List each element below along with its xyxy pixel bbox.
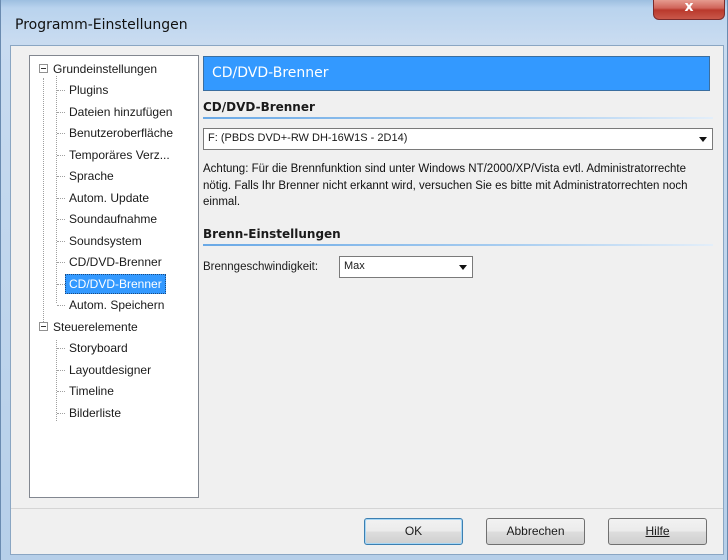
tree-item-soundsystem[interactable]: Soundsystem (30, 231, 198, 251)
section-divider (203, 244, 713, 246)
help-button-label: Hilfe (645, 524, 670, 538)
help-button[interactable]: Hilfe (608, 518, 707, 545)
section-title-brenner: CD/DVD-Brenner (203, 100, 315, 114)
tree-item-temporaeres-verz[interactable]: Temporäres Verz... (30, 145, 198, 165)
section-title-brenn-einstellungen: Brenn-Einstellungen (203, 227, 341, 241)
drive-select-value: F: (PBDS DVD+-RW DH-16W1S - 2D14) (208, 132, 408, 144)
chevron-down-icon (699, 137, 707, 142)
tree-item-cd-dvd-brenner[interactable]: CD/DVD-Brenner (30, 252, 198, 272)
tree-item-label: Layoutdesigner (69, 363, 152, 377)
settings-tree[interactable]: Grundeinstellungen Plugins Dateien hinzu… (29, 55, 199, 498)
tree-connector (57, 112, 65, 113)
admin-note: Achtung: Für die Brennfunktion sind unte… (203, 163, 688, 208)
drive-select[interactable]: F: (PBDS DVD+-RW DH-16W1S - 2D14) (203, 128, 713, 150)
tree-connector (57, 155, 65, 156)
window-title: Programm-Einstellungen (15, 17, 188, 33)
ok-button[interactable]: OK (364, 518, 463, 545)
tree-connector (57, 90, 65, 91)
tree-item-label: Autom. Speichern (69, 298, 165, 312)
collapse-icon[interactable] (39, 322, 48, 331)
collapse-icon[interactable] (39, 64, 48, 73)
tree-connector (57, 284, 65, 285)
tree-connector (57, 391, 65, 392)
tree-group-steuerelemente[interactable]: Steuerelemente (30, 317, 198, 337)
tree-item-autom-update[interactable]: Autom. Update (30, 188, 198, 208)
tree-connector (57, 198, 65, 199)
page-header: CD/DVD-Brenner (203, 56, 710, 91)
dialog-client: Grundeinstellungen Plugins Dateien hinzu… (10, 45, 724, 555)
tree-group-grundeinstellungen[interactable]: Grundeinstellungen (30, 59, 198, 79)
tree-item-sprache[interactable]: Sprache (30, 166, 198, 186)
button-bar-divider (11, 508, 723, 509)
section-divider (203, 117, 713, 119)
tree-item-label: CD/DVD-Brenner (69, 255, 162, 269)
tree-item-label: Soundsystem (69, 234, 142, 248)
tree-item-soundaufnahme[interactable]: Soundaufnahme (30, 209, 198, 229)
tree-connector (57, 176, 65, 177)
title-bar[interactable]: Programm-Einstellungen x (1, 0, 728, 45)
tree-item-label: Bilderliste (69, 406, 122, 420)
tree-connector (57, 348, 65, 349)
chevron-down-icon (459, 265, 467, 270)
tree-connector (57, 370, 65, 371)
speed-select-value: Max (344, 260, 365, 272)
tree-group-label: Grundeinstellungen (53, 62, 158, 76)
tree-item-label: Temporäres Verz... (69, 148, 170, 162)
window-frame: Programm-Einstellungen x Grundeinstellun… (0, 0, 728, 560)
tree-connector (57, 219, 65, 220)
tree-item-label: Soundaufnahme (69, 212, 158, 226)
tree-item-label: Benutzeroberfläche (69, 126, 174, 140)
tree-connector (57, 241, 65, 242)
speed-label: Brenngeschwindigkeit: (203, 261, 319, 273)
tree-item-storyboard[interactable]: Storyboard (30, 338, 198, 358)
tree-item-benutzeroberflaeche[interactable]: Benutzeroberfläche (30, 123, 198, 143)
tree-connector (57, 413, 65, 414)
tree-item-autom-speichern[interactable]: Autom. Speichern (30, 295, 198, 315)
cancel-button[interactable]: Abbrechen (486, 518, 585, 545)
tree-item-bilderliste[interactable]: Bilderliste (30, 403, 198, 423)
tree-item-plugins[interactable]: Plugins (30, 80, 198, 100)
tree-item-label: Sprache (69, 169, 114, 183)
tree-item-timeline[interactable]: Timeline (30, 381, 198, 401)
close-icon: x (684, 0, 694, 15)
tree-item-label-selected: CD/DVD-Brenner (65, 274, 166, 294)
tree-connector (57, 305, 65, 306)
close-button[interactable]: x (653, 0, 725, 20)
tree-connector (57, 133, 65, 134)
tree-item-label: Autom. Update (69, 191, 150, 205)
page-title: CD/DVD-Brenner (212, 65, 329, 81)
tree-item-dateien-hinzufuegen[interactable]: Dateien hinzufügen (30, 102, 198, 122)
tree-item-label: Timeline (69, 384, 114, 398)
tree-item-label: Plugins (69, 83, 109, 97)
speed-select[interactable]: Max (339, 256, 473, 278)
tree-item-layoutdesigner[interactable]: Layoutdesigner (30, 360, 198, 380)
tree-item-label: Storyboard (69, 341, 128, 355)
tree-connector (57, 262, 65, 263)
tree-item-cd-dvd-brenner-selected[interactable]: CD/DVD-Brenner (30, 274, 198, 294)
tree-item-label: Dateien hinzufügen (69, 105, 173, 119)
tree-group-label: Steuerelemente (53, 320, 138, 334)
